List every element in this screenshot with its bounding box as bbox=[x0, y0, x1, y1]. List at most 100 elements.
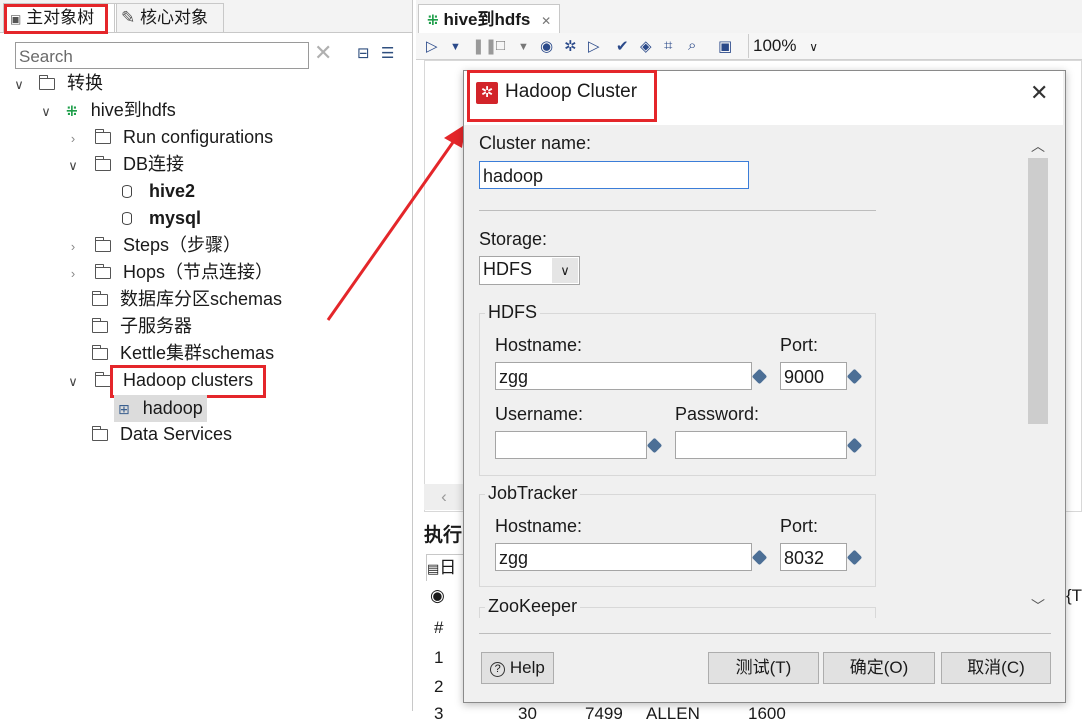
tree-label: mysql bbox=[149, 208, 202, 228]
help-icon: ? bbox=[490, 662, 506, 677]
tree-node-db-connections[interactable]: ∨ DB连接 bbox=[66, 151, 184, 178]
table-header-index: # bbox=[434, 618, 444, 637]
zookeeper-group-label: ZooKeeper bbox=[485, 596, 581, 617]
tree-node-slave-servers[interactable]: 子服务器 bbox=[91, 313, 192, 340]
search-input[interactable]: Search bbox=[15, 42, 309, 69]
cluster-name-label: Cluster name: bbox=[479, 133, 592, 153]
dialog-title: Hadoop Cluster bbox=[505, 81, 638, 102]
tree-label: Kettle集群schemas bbox=[120, 343, 275, 363]
chevron-right-icon[interactable]: › bbox=[66, 125, 80, 152]
hdfs-hostname-label: Hostname: bbox=[495, 335, 583, 355]
cluster-name-input[interactable]: hadoop bbox=[479, 161, 749, 189]
collapse-all-icon[interactable]: ⊟ bbox=[357, 44, 370, 62]
close-icon[interactable]: ✕ bbox=[1030, 80, 1048, 106]
table-cell: 7499 bbox=[585, 704, 623, 723]
tree-label: DB连接 bbox=[123, 154, 185, 174]
chevron-down-icon[interactable]: ∨ bbox=[12, 71, 26, 98]
storage-select[interactable]: HDFS ∨ bbox=[479, 256, 580, 285]
stop-icon[interactable]: □ bbox=[496, 37, 505, 54]
log-icon: ▤ bbox=[427, 561, 440, 576]
tree-label: Run configurations bbox=[123, 127, 274, 147]
editor-tab-transform[interactable]: ⁜ hive到hdfs ✕ bbox=[418, 4, 561, 34]
truncated-text: {T bbox=[1066, 586, 1082, 605]
radio-icon[interactable]: ◉ bbox=[430, 586, 445, 606]
divider bbox=[479, 633, 1051, 634]
scroll-down-icon[interactable]: ﹀ bbox=[1031, 596, 1045, 616]
zoom-select[interactable]: 100% ∨ bbox=[748, 34, 822, 58]
cancel-button[interactable]: 取消(C) bbox=[941, 652, 1051, 684]
tree-node-hops[interactable]: › Hops（节点连接） bbox=[66, 259, 273, 286]
stop-dropdown-icon[interactable]: ▼ bbox=[518, 41, 529, 53]
clear-icon[interactable]: ✕ bbox=[314, 40, 332, 66]
chevron-down-icon[interactable]: ∨ bbox=[66, 368, 80, 395]
password-input[interactable] bbox=[675, 431, 847, 459]
cluster-icon: ⊞ bbox=[118, 401, 130, 417]
help-button[interactable]: ? Help bbox=[481, 652, 554, 684]
scroll-up-icon[interactable]: ︿ bbox=[1031, 136, 1045, 156]
debug-icon[interactable]: ✲ bbox=[564, 37, 577, 55]
scroll-left-icon[interactable]: ‹ bbox=[424, 484, 464, 510]
highlight-box-hadoop-clusters bbox=[110, 365, 266, 398]
folder-icon bbox=[91, 318, 108, 333]
tree-node-run-configurations[interactable]: › Run configurations bbox=[66, 124, 273, 151]
chevron-right-icon[interactable]: › bbox=[66, 260, 80, 287]
username-input[interactable] bbox=[495, 431, 647, 459]
sql-icon[interactable]: ⌗ bbox=[664, 37, 672, 54]
scrollbar-thumb[interactable] bbox=[1028, 158, 1048, 424]
tab-core-objects[interactable]: ✎ 核心对象 bbox=[114, 3, 224, 32]
transform-icon: ⁜ bbox=[427, 12, 439, 28]
run-dropdown-icon[interactable]: ▼ bbox=[450, 41, 461, 53]
tree-label: 数据库分区schemas bbox=[120, 289, 283, 309]
replay-icon[interactable]: ▷ bbox=[588, 37, 600, 55]
hdfs-port-label: Port: bbox=[780, 335, 819, 355]
tab-label: 核心对象 bbox=[139, 8, 208, 27]
red-arrow bbox=[326, 124, 466, 321]
tree-node-partition-schemas[interactable]: 数据库分区schemas bbox=[91, 286, 283, 313]
jt-hostname-input[interactable]: zgg bbox=[495, 543, 752, 571]
pause-icon[interactable]: ❚❚ bbox=[472, 37, 497, 55]
tree-node-transform[interactable]: ∨ ⁜ hive到hdfs bbox=[39, 97, 176, 124]
tree-node-mysql[interactable]: mysql bbox=[122, 205, 201, 232]
tree-node-root[interactable]: ∨ 转换 bbox=[12, 70, 103, 97]
grid-icon[interactable]: ▣ bbox=[718, 37, 732, 55]
preview-icon[interactable]: ◉ bbox=[540, 37, 553, 55]
tree-node-data-services[interactable]: Data Services bbox=[91, 421, 232, 448]
folder-icon bbox=[94, 264, 112, 279]
tree-node-kettle-cluster-schemas[interactable]: Kettle集群schemas bbox=[91, 340, 275, 367]
help-label: Help bbox=[509, 658, 545, 677]
hdfs-port-input[interactable]: 9000 bbox=[780, 362, 847, 390]
execution-heading: 执行 bbox=[424, 525, 463, 546]
table-row-index: 1 bbox=[434, 648, 444, 667]
table-cell: 30 bbox=[518, 704, 537, 723]
chevron-right-icon[interactable]: › bbox=[66, 233, 80, 260]
expand-all-icon[interactable]: ☰ bbox=[381, 44, 394, 62]
username-label: Username: bbox=[495, 404, 584, 424]
impact-icon[interactable]: ◈ bbox=[640, 37, 652, 55]
log-tab[interactable]: ▤日 bbox=[426, 554, 466, 581]
tree-node-steps[interactable]: › Steps（步骤） bbox=[66, 232, 241, 259]
hdfs-hostname-input[interactable]: zgg bbox=[495, 362, 752, 390]
chevron-down-icon: ∨ bbox=[809, 40, 819, 54]
database-icon bbox=[122, 212, 132, 225]
explore-db-icon[interactable]: ⌕ bbox=[688, 37, 696, 54]
jt-port-input[interactable]: 8032 bbox=[780, 543, 847, 571]
close-tab-icon[interactable]: ✕ bbox=[541, 14, 551, 28]
chevron-down-icon[interactable]: ∨ bbox=[39, 98, 53, 125]
tree-node-hadoop[interactable]: ⊞ hadoop bbox=[114, 395, 207, 422]
tree-node-hive2[interactable]: hive2 bbox=[122, 178, 195, 205]
chevron-down-icon[interactable]: ∨ bbox=[66, 152, 80, 179]
tree-label: 转换 bbox=[67, 73, 104, 93]
table-row-index: 2 bbox=[434, 677, 444, 696]
storage-value: HDFS bbox=[483, 259, 532, 279]
run-icon[interactable]: ▷ bbox=[426, 37, 438, 55]
test-button[interactable]: 测试(T) bbox=[708, 652, 819, 684]
hadoop-cluster-icon: ✲ bbox=[476, 82, 498, 104]
zoom-value: 100% bbox=[753, 36, 797, 55]
ok-button[interactable]: 确定(O) bbox=[823, 652, 935, 684]
verify-icon[interactable]: ✔ bbox=[616, 37, 629, 55]
transform-icon: ⁜ bbox=[66, 103, 78, 119]
tree-label: hive到hdfs bbox=[90, 100, 176, 120]
jobtracker-group-label: JobTracker bbox=[485, 483, 581, 504]
table-row-index: 3 bbox=[434, 704, 444, 723]
pencil-icon: ✎ bbox=[121, 8, 136, 27]
